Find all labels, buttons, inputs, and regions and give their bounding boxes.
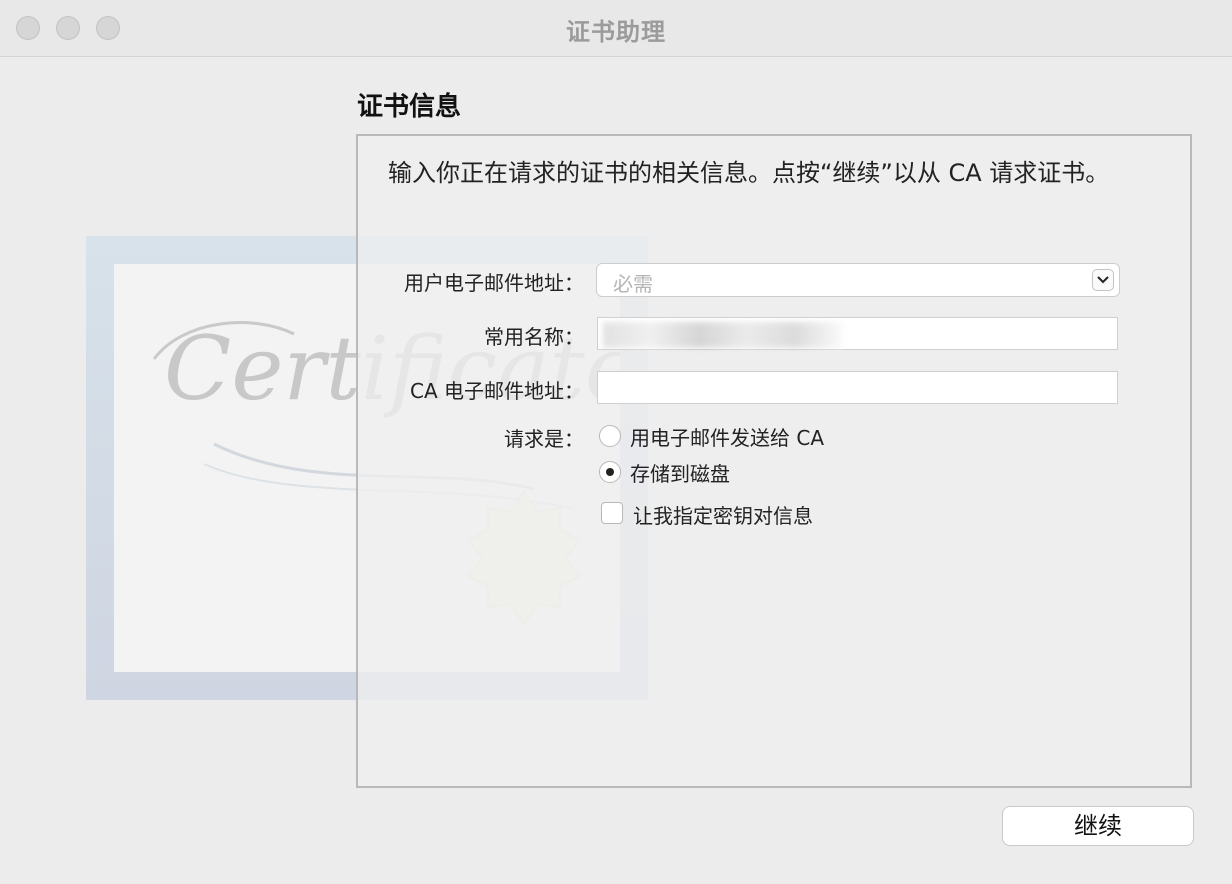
custom-key-label[interactable]: 让我指定密钥对信息	[633, 500, 813, 529]
radio-save-to-disk[interactable]	[599, 461, 621, 483]
ca-email-label: CA 电子邮件地址：	[409, 379, 584, 403]
email-placeholder: 必需	[613, 272, 653, 296]
custom-key-checkbox[interactable]	[601, 502, 623, 524]
certificate-assistant-window: 证书助理 Certificate 证书信息 输入你正在请求的证书的相关信息。点按…	[0, 0, 1232, 884]
email-label: 用户电子邮件地址：	[404, 271, 584, 295]
intro-text: 输入你正在请求的证书的相关信息。点按“继续”以从 CA 请求证书。	[388, 159, 1110, 187]
redacted-common-name	[603, 322, 843, 348]
chevron-down-icon[interactable]	[1092, 269, 1114, 291]
radio-email-to-ca[interactable]	[599, 425, 621, 447]
request-label: 请求是：	[504, 427, 584, 451]
continue-button[interactable]: 继续	[1002, 806, 1194, 846]
section-title: 证书信息	[357, 92, 462, 122]
email-combo-field[interactable]: 必需	[596, 263, 1120, 297]
title-bar: 证书助理	[0, 0, 1232, 57]
option-email-to-ca-label[interactable]: 用电子邮件发送给 CA	[630, 422, 824, 451]
common-name-label: 常用名称：	[484, 325, 584, 349]
ca-email-field[interactable]	[597, 371, 1118, 404]
window-title: 证书助理	[566, 18, 666, 46]
form-panel	[356, 134, 1192, 788]
option-save-to-disk-label[interactable]: 存储到磁盘	[630, 458, 730, 487]
